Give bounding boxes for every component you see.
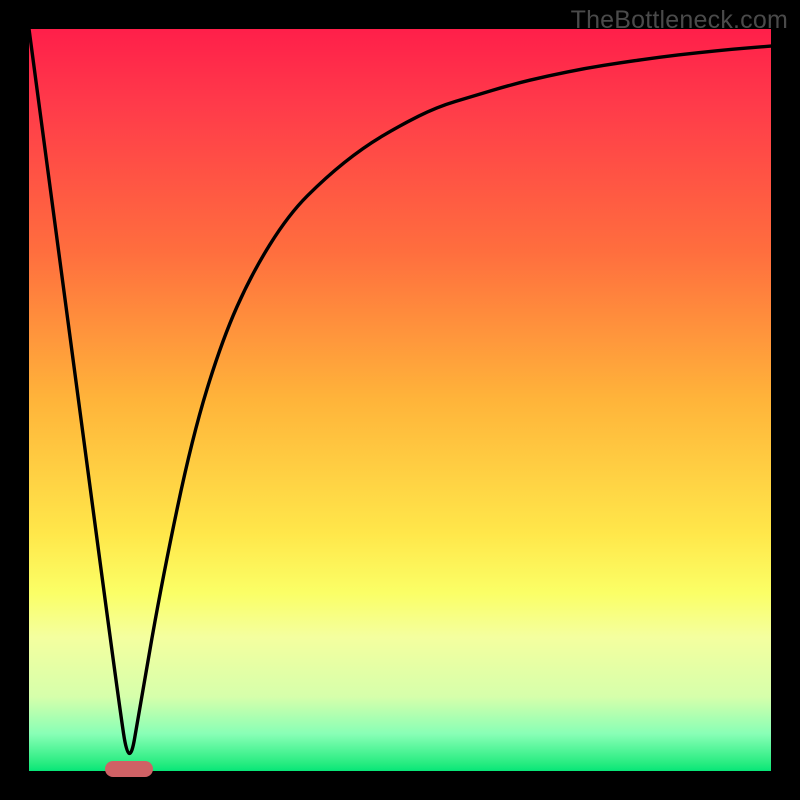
plot-area [29, 29, 771, 771]
curve-svg [29, 29, 771, 771]
chart-frame: TheBottleneck.com [0, 0, 800, 800]
curve-path [29, 29, 771, 753]
watermark-text: TheBottleneck.com [571, 6, 788, 35]
bottleneck-marker [105, 761, 153, 777]
